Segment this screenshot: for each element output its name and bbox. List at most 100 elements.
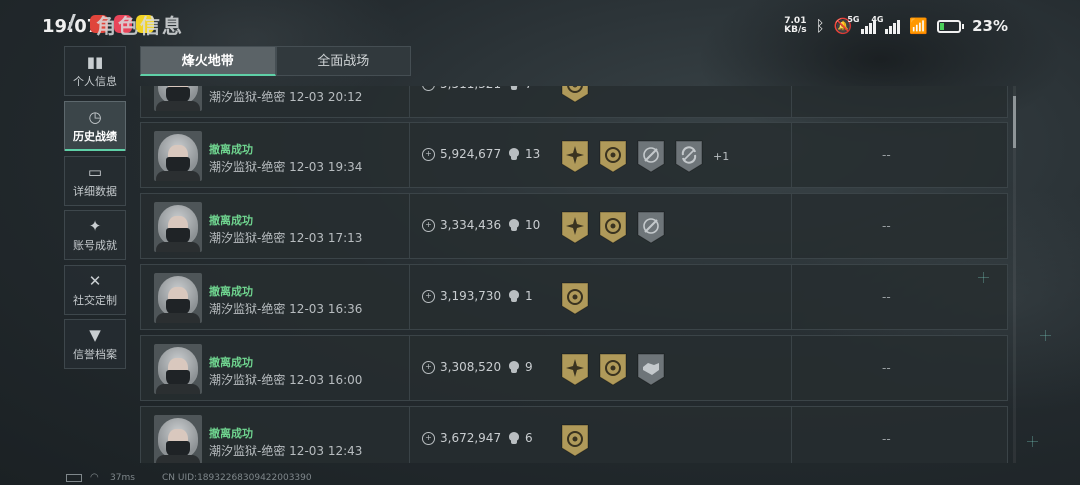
gold-circle-badge-icon[interactable]: [598, 353, 628, 386]
grey-gun-badge-icon[interactable]: [636, 140, 666, 173]
map-and-time: 潮汐监狱-绝密 12-03 17:13: [209, 229, 362, 246]
match-record-row[interactable]: 撤离成功 潮汐监狱-绝密 12-03 17:13 +3,334,436 10 --: [140, 193, 1008, 259]
haul-value: 5,924,677: [440, 147, 502, 161]
gold-circle-badge-icon[interactable]: [598, 140, 628, 173]
bluetooth-icon: ᛒ: [815, 17, 825, 35]
gold-circle-badge-icon[interactable]: [560, 86, 590, 103]
operator-avatar: [154, 344, 202, 394]
medal-badges: [560, 282, 590, 315]
extra-info: --: [882, 86, 891, 92]
sidebar-item-details[interactable]: ▭ 详细数据: [64, 156, 126, 206]
operator-avatar: [154, 131, 202, 181]
medal-icon: ✦: [88, 217, 102, 235]
more-badges-count[interactable]: +1: [713, 150, 729, 163]
gold-circle-badge-icon[interactable]: [560, 424, 590, 457]
sidebar-item-social[interactable]: ✕ 社交定制: [64, 265, 126, 315]
match-record-row[interactable]: 撤离成功潮汐监狱-绝密 12-03 12:43 +3,672,947 6 --: [140, 406, 1008, 463]
battery-icon: [937, 19, 964, 33]
sidebar-item-credit[interactable]: ▼ 信誉档案: [64, 319, 126, 369]
operator-avatar: [154, 415, 202, 463]
map-name: 潮汐监狱-绝密: [209, 231, 286, 245]
match-record-row[interactable]: 撤离成功 潮汐监狱-绝密 12-03 16:00 +3,308,520 9 --: [140, 335, 1008, 401]
match-time: 12-03 17:13: [289, 231, 363, 245]
map-name: 潮汐监狱-绝密: [209, 444, 286, 458]
battery-percent: 23%: [972, 17, 1008, 35]
skull-icon: [508, 290, 520, 303]
device-battery-icon: [66, 474, 82, 482]
map-and-time: 潮汐监狱-绝密 12-03 12:43: [209, 442, 362, 459]
ping-value: 37ms: [110, 473, 135, 483]
gold-circle-badge-icon[interactable]: [598, 211, 628, 244]
match-time: 12-03 16:36: [289, 302, 363, 316]
tab-all-out-war[interactable]: 全面战场: [275, 46, 411, 76]
network-speed: 7.01 KB/s: [784, 16, 807, 35]
cellular-signal-4g-icon: 4G: [871, 15, 901, 34]
skull-icon: [508, 361, 520, 374]
haul-value: 3,672,947: [440, 431, 502, 445]
haul-value: 3,308,520: [440, 360, 502, 374]
match-record-row[interactable]: 撤离成功 潮汐监狱-绝密 12-03 16:36 +3,193,730 1 --: [140, 264, 1008, 330]
kill-count: 1: [525, 289, 533, 303]
gold-star-badge-icon[interactable]: [560, 353, 590, 386]
map-and-time: 潮汐监狱-绝密 12-03 16:36: [209, 300, 362, 317]
tools-icon: ✕: [88, 272, 102, 290]
gold-star-badge-icon[interactable]: [560, 140, 590, 173]
column-divider: [791, 86, 792, 117]
crosshair-decoration: [1027, 436, 1038, 447]
sidebar-item-history[interactable]: ◷ 历史战绩: [64, 101, 126, 151]
match-time: 12-03 12:43: [289, 444, 363, 458]
column-divider: [409, 194, 410, 258]
kill-count: 10: [525, 218, 541, 232]
map-name: 潮汐监狱-绝密: [209, 90, 286, 104]
grey-gun-badge-icon[interactable]: [636, 211, 666, 244]
medal-badges: [560, 140, 704, 173]
kill-count: 7: [525, 86, 533, 91]
haul-value: 3,334,436: [440, 218, 502, 232]
gold-circle-badge-icon[interactable]: [560, 282, 590, 315]
grey-handshake-badge-icon[interactable]: [636, 353, 666, 386]
match-time: 12-03 19:34: [289, 160, 363, 174]
mode-tabs: 烽火地带 全面战场: [140, 46, 411, 76]
map-and-time: 潮汐监狱-绝密 12-03 16:00: [209, 371, 362, 388]
gold-star-badge-icon[interactable]: [560, 211, 590, 244]
kill-count: 6: [525, 431, 533, 445]
extraction-status: 撤离成功: [209, 427, 253, 440]
column-divider: [791, 123, 792, 187]
extraction-status: 撤离成功: [209, 356, 253, 369]
bar-chart-icon: ▮▮: [86, 53, 104, 71]
medal-badges: [560, 86, 590, 103]
map-and-time: 潮汐监狱-绝密 12-03 19:34: [209, 158, 362, 175]
scrollbar-thumb[interactable]: [1013, 96, 1016, 148]
sidebar-item-achievements[interactable]: ✦ 账号成就: [64, 210, 126, 260]
skull-icon: [508, 432, 520, 445]
medal-badges: [560, 424, 590, 457]
extraction-status: 撤离成功: [209, 143, 253, 156]
medal-badges: [560, 353, 666, 386]
column-divider: [409, 86, 410, 117]
medal-badges: [560, 211, 666, 244]
match-record-row[interactable]: 撤离成功潮汐监狱-绝密 12-03 20:12 +5,511,321 7 --: [140, 86, 1008, 118]
column-divider: [409, 123, 410, 187]
coin-icon: +: [422, 148, 435, 161]
wifi-icon: ◠: [90, 472, 99, 483]
sidebar-item-profile[interactable]: ▮▮ 个人信息: [64, 46, 126, 96]
grey-cycle-badge-icon[interactable]: [674, 140, 704, 173]
column-divider: [791, 265, 792, 329]
operator-avatar: [154, 273, 202, 323]
clock-history-icon: ◷: [88, 108, 102, 126]
extraction-status: 撤离成功: [209, 285, 253, 298]
kill-count: 9: [525, 360, 533, 374]
extraction-status: 撤离成功: [209, 86, 253, 87]
coin-icon: +: [422, 86, 435, 91]
map-and-time: 潮汐监狱-绝密 12-03 20:12: [209, 88, 362, 105]
tab-hazard-zone[interactable]: 烽火地带: [140, 46, 276, 76]
extra-info: --: [882, 432, 891, 446]
match-time: 12-03 16:00: [289, 373, 363, 387]
coin-icon: +: [422, 432, 435, 445]
coin-icon: +: [422, 290, 435, 303]
column-divider: [791, 336, 792, 400]
match-record-row[interactable]: 撤离成功 潮汐监狱-绝密 12-03 19:34 +5,924,677 13 +1 --: [140, 122, 1008, 188]
coin-icon: +: [422, 361, 435, 374]
skull-icon: [508, 148, 520, 161]
match-history-list[interactable]: 撤离成功潮汐监狱-绝密 12-03 20:12+5,511,3217--撤离成功…: [140, 86, 1010, 463]
